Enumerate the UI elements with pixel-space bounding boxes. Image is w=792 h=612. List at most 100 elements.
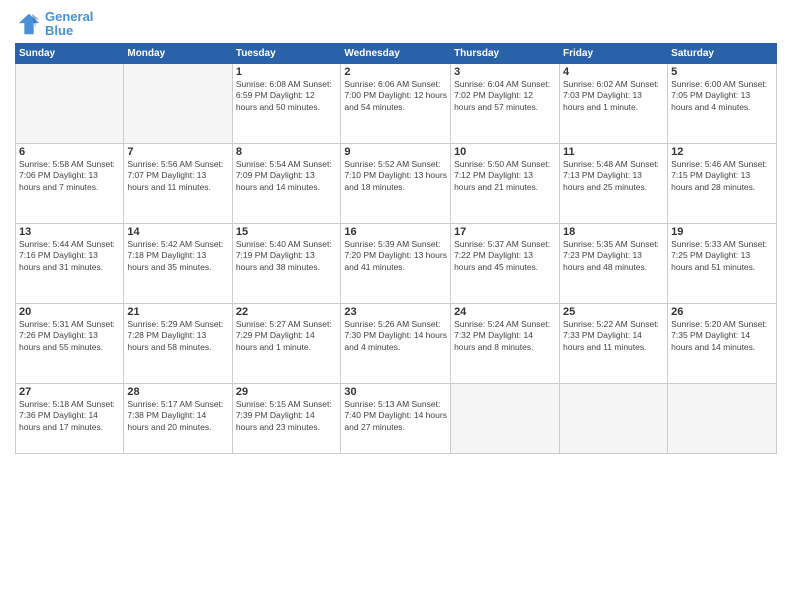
week-row-4: 20Sunrise: 5:31 AM Sunset: 7:26 PM Dayli… xyxy=(16,303,777,383)
calendar-cell: 28Sunrise: 5:17 AM Sunset: 7:38 PM Dayli… xyxy=(124,383,232,453)
day-number: 3 xyxy=(454,66,556,78)
calendar-cell xyxy=(451,383,560,453)
calendar-cell: 16Sunrise: 5:39 AM Sunset: 7:20 PM Dayli… xyxy=(341,223,451,303)
day-number: 24 xyxy=(454,306,556,318)
calendar-cell: 25Sunrise: 5:22 AM Sunset: 7:33 PM Dayli… xyxy=(560,303,668,383)
day-info: Sunrise: 5:35 AM Sunset: 7:23 PM Dayligh… xyxy=(563,239,664,273)
day-number: 9 xyxy=(344,146,447,158)
day-info: Sunrise: 5:58 AM Sunset: 7:06 PM Dayligh… xyxy=(19,159,120,193)
day-info: Sunrise: 5:42 AM Sunset: 7:18 PM Dayligh… xyxy=(127,239,228,273)
calendar-cell: 19Sunrise: 5:33 AM Sunset: 7:25 PM Dayli… xyxy=(668,223,777,303)
calendar-cell: 27Sunrise: 5:18 AM Sunset: 7:36 PM Dayli… xyxy=(16,383,124,453)
day-number: 13 xyxy=(19,226,120,238)
day-number: 28 xyxy=(127,386,228,398)
calendar-cell xyxy=(16,63,124,143)
day-number: 15 xyxy=(236,226,338,238)
col-header-friday: Friday xyxy=(560,43,668,63)
day-info: Sunrise: 5:15 AM Sunset: 7:39 PM Dayligh… xyxy=(236,399,338,433)
day-info: Sunrise: 5:18 AM Sunset: 7:36 PM Dayligh… xyxy=(19,399,120,433)
day-info: Sunrise: 6:08 AM Sunset: 6:59 PM Dayligh… xyxy=(236,79,338,113)
logo-icon xyxy=(15,10,43,38)
day-info: Sunrise: 5:39 AM Sunset: 7:20 PM Dayligh… xyxy=(344,239,447,273)
day-number: 5 xyxy=(671,66,773,78)
calendar-cell: 12Sunrise: 5:46 AM Sunset: 7:15 PM Dayli… xyxy=(668,143,777,223)
day-info: Sunrise: 5:50 AM Sunset: 7:12 PM Dayligh… xyxy=(454,159,556,193)
col-header-monday: Monday xyxy=(124,43,232,63)
day-info: Sunrise: 5:13 AM Sunset: 7:40 PM Dayligh… xyxy=(344,399,447,433)
logo-text-line1: General xyxy=(45,10,93,24)
calendar-cell: 13Sunrise: 5:44 AM Sunset: 7:16 PM Dayli… xyxy=(16,223,124,303)
col-header-sunday: Sunday xyxy=(16,43,124,63)
day-number: 11 xyxy=(563,146,664,158)
calendar-cell: 2Sunrise: 6:06 AM Sunset: 7:00 PM Daylig… xyxy=(341,63,451,143)
day-number: 12 xyxy=(671,146,773,158)
calendar-cell: 22Sunrise: 5:27 AM Sunset: 7:29 PM Dayli… xyxy=(232,303,341,383)
calendar-cell: 1Sunrise: 6:08 AM Sunset: 6:59 PM Daylig… xyxy=(232,63,341,143)
calendar: SundayMondayTuesdayWednesdayThursdayFrid… xyxy=(15,43,777,454)
day-info: Sunrise: 6:02 AM Sunset: 7:03 PM Dayligh… xyxy=(563,79,664,113)
day-number: 21 xyxy=(127,306,228,318)
day-number: 23 xyxy=(344,306,447,318)
day-info: Sunrise: 5:44 AM Sunset: 7:16 PM Dayligh… xyxy=(19,239,120,273)
day-info: Sunrise: 5:20 AM Sunset: 7:35 PM Dayligh… xyxy=(671,319,773,353)
day-number: 16 xyxy=(344,226,447,238)
day-info: Sunrise: 5:31 AM Sunset: 7:26 PM Dayligh… xyxy=(19,319,120,353)
day-number: 25 xyxy=(563,306,664,318)
day-info: Sunrise: 5:56 AM Sunset: 7:07 PM Dayligh… xyxy=(127,159,228,193)
col-header-wednesday: Wednesday xyxy=(341,43,451,63)
day-number: 8 xyxy=(236,146,338,158)
day-number: 26 xyxy=(671,306,773,318)
calendar-cell: 10Sunrise: 5:50 AM Sunset: 7:12 PM Dayli… xyxy=(451,143,560,223)
logo-text-line2: Blue xyxy=(45,24,93,38)
week-row-2: 6Sunrise: 5:58 AM Sunset: 7:06 PM Daylig… xyxy=(16,143,777,223)
day-info: Sunrise: 5:17 AM Sunset: 7:38 PM Dayligh… xyxy=(127,399,228,433)
day-info: Sunrise: 5:52 AM Sunset: 7:10 PM Dayligh… xyxy=(344,159,447,193)
calendar-cell xyxy=(124,63,232,143)
day-number: 20 xyxy=(19,306,120,318)
header: General Blue xyxy=(15,10,777,39)
week-row-5: 27Sunrise: 5:18 AM Sunset: 7:36 PM Dayli… xyxy=(16,383,777,453)
calendar-cell: 20Sunrise: 5:31 AM Sunset: 7:26 PM Dayli… xyxy=(16,303,124,383)
calendar-cell: 15Sunrise: 5:40 AM Sunset: 7:19 PM Dayli… xyxy=(232,223,341,303)
calendar-cell: 23Sunrise: 5:26 AM Sunset: 7:30 PM Dayli… xyxy=(341,303,451,383)
calendar-cell: 8Sunrise: 5:54 AM Sunset: 7:09 PM Daylig… xyxy=(232,143,341,223)
calendar-cell: 5Sunrise: 6:00 AM Sunset: 7:05 PM Daylig… xyxy=(668,63,777,143)
day-number: 29 xyxy=(236,386,338,398)
calendar-cell: 30Sunrise: 5:13 AM Sunset: 7:40 PM Dayli… xyxy=(341,383,451,453)
col-header-thursday: Thursday xyxy=(451,43,560,63)
calendar-cell: 17Sunrise: 5:37 AM Sunset: 7:22 PM Dayli… xyxy=(451,223,560,303)
day-info: Sunrise: 5:29 AM Sunset: 7:28 PM Dayligh… xyxy=(127,319,228,353)
calendar-cell: 14Sunrise: 5:42 AM Sunset: 7:18 PM Dayli… xyxy=(124,223,232,303)
day-info: Sunrise: 5:27 AM Sunset: 7:29 PM Dayligh… xyxy=(236,319,338,353)
day-number: 1 xyxy=(236,66,338,78)
week-row-1: 1Sunrise: 6:08 AM Sunset: 6:59 PM Daylig… xyxy=(16,63,777,143)
day-number: 2 xyxy=(344,66,447,78)
page: General Blue SundayMondayTuesdayWednesda… xyxy=(0,0,792,612)
day-info: Sunrise: 6:04 AM Sunset: 7:02 PM Dayligh… xyxy=(454,79,556,113)
day-number: 7 xyxy=(127,146,228,158)
day-info: Sunrise: 5:48 AM Sunset: 7:13 PM Dayligh… xyxy=(563,159,664,193)
day-info: Sunrise: 6:00 AM Sunset: 7:05 PM Dayligh… xyxy=(671,79,773,113)
header-row: SundayMondayTuesdayWednesdayThursdayFrid… xyxy=(16,43,777,63)
calendar-cell: 6Sunrise: 5:58 AM Sunset: 7:06 PM Daylig… xyxy=(16,143,124,223)
calendar-cell: 3Sunrise: 6:04 AM Sunset: 7:02 PM Daylig… xyxy=(451,63,560,143)
calendar-cell: 24Sunrise: 5:24 AM Sunset: 7:32 PM Dayli… xyxy=(451,303,560,383)
day-number: 22 xyxy=(236,306,338,318)
day-info: Sunrise: 5:46 AM Sunset: 7:15 PM Dayligh… xyxy=(671,159,773,193)
day-info: Sunrise: 5:37 AM Sunset: 7:22 PM Dayligh… xyxy=(454,239,556,273)
calendar-cell: 7Sunrise: 5:56 AM Sunset: 7:07 PM Daylig… xyxy=(124,143,232,223)
col-header-tuesday: Tuesday xyxy=(232,43,341,63)
calendar-cell: 18Sunrise: 5:35 AM Sunset: 7:23 PM Dayli… xyxy=(560,223,668,303)
calendar-cell: 29Sunrise: 5:15 AM Sunset: 7:39 PM Dayli… xyxy=(232,383,341,453)
logo: General Blue xyxy=(15,10,93,39)
day-info: Sunrise: 5:22 AM Sunset: 7:33 PM Dayligh… xyxy=(563,319,664,353)
calendar-cell: 4Sunrise: 6:02 AM Sunset: 7:03 PM Daylig… xyxy=(560,63,668,143)
day-number: 6 xyxy=(19,146,120,158)
day-number: 18 xyxy=(563,226,664,238)
day-info: Sunrise: 5:26 AM Sunset: 7:30 PM Dayligh… xyxy=(344,319,447,353)
calendar-cell: 21Sunrise: 5:29 AM Sunset: 7:28 PM Dayli… xyxy=(124,303,232,383)
day-info: Sunrise: 5:24 AM Sunset: 7:32 PM Dayligh… xyxy=(454,319,556,353)
calendar-cell: 11Sunrise: 5:48 AM Sunset: 7:13 PM Dayli… xyxy=(560,143,668,223)
calendar-cell xyxy=(560,383,668,453)
calendar-cell xyxy=(668,383,777,453)
